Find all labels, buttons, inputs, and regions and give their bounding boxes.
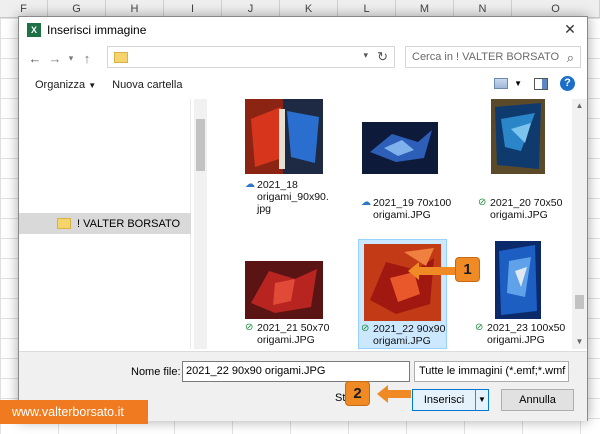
thumbnail-graphic (245, 261, 323, 319)
nav-item-label: ! VALTER BORSATO (77, 217, 181, 230)
file-name-line: origami.JPG (490, 209, 548, 221)
file-name-line: origami.JPG (487, 334, 545, 346)
filename-label: Nome file: (131, 366, 181, 378)
list-item[interactable]: ⊘ 2021_21 50x70 origami.JPG (245, 322, 350, 346)
toolbar-right-group: ▼ ? (494, 76, 575, 91)
organize-label: Organizza (35, 79, 86, 91)
thumbnail-graphic (364, 244, 441, 321)
address-bar[interactable]: ▾ ↻ (107, 46, 395, 68)
navigation-bar: ← → ▾ ↑ ▾ ↻ Cerca in ! VALTER BORSATO ⌕ (19, 45, 587, 71)
file-type-filter-select[interactable]: Tutte le immagini (*.emf;*.wmf (414, 361, 569, 382)
navigation-pane[interactable]: ! VALTER BORSATO (19, 99, 191, 349)
cloud-sync-icon: ☁ (361, 197, 371, 208)
change-view-icon[interactable] (494, 78, 509, 89)
thumbnail-graphic (491, 99, 545, 174)
watermark-banner: www.valterborsato.it (0, 400, 148, 424)
insert-button[interactable]: Inserisci ▼ (412, 389, 489, 411)
file-name-line: origami.JPG (373, 335, 431, 347)
callout-badge-1: 1 (455, 257, 480, 282)
tools-menu-label[interactable]: St (335, 392, 345, 404)
synced-check-icon: ⊘ (361, 323, 370, 334)
file-name-line: 2021_21 50x70 (257, 322, 330, 334)
navigation-pane-scrollbar[interactable] (194, 99, 207, 349)
synced-check-icon: ⊘ (475, 322, 484, 333)
filename-field[interactable]: 2021_22 90x90 origami.JPG (182, 361, 410, 382)
file-name-line: 2021_23 100x50 (487, 322, 566, 334)
chevron-down-icon[interactable]: ▼ (514, 79, 522, 88)
chevron-down-icon[interactable]: ▾ (363, 50, 368, 61)
file-name-line: 2021_18 (257, 179, 298, 191)
insert-picture-dialog: X Inserisci immagine ✕ ← → ▾ ↑ ▾ ↻ Cerca… (18, 16, 588, 421)
refresh-icon[interactable]: ↻ (377, 49, 388, 65)
folder-icon (57, 218, 71, 229)
list-item[interactable]: ⊘ 2021_23 100x50 origami.JPG (475, 322, 572, 346)
file-name-line: 2021_22 90x90 (373, 323, 446, 335)
scroll-up-icon[interactable]: ▲ (572, 99, 587, 113)
synced-check-icon: ⊘ (245, 322, 254, 333)
list-item-selected[interactable]: ⊘ 2021_22 90x90 origami.JPG (358, 239, 447, 349)
file-name-line: 2021_20 70x50 (490, 197, 563, 209)
file-list-scrollbar[interactable]: ▲ ▼ (572, 99, 587, 349)
file-name-line: origami.JPG (257, 334, 315, 346)
back-arrow-icon[interactable]: ← (25, 51, 45, 66)
up-arrow-icon[interactable]: ↑ (77, 51, 97, 66)
chevron-down-icon: ▼ (88, 81, 97, 90)
command-toolbar: Organizza ▼ Nuova cartella ▼ ? (19, 73, 587, 97)
insert-label: Inserisci (423, 394, 465, 406)
search-input[interactable]: Cerca in ! VALTER BORSATO ⌕ (405, 46, 581, 68)
help-icon[interactable]: ? (560, 76, 575, 91)
recent-locations-chevron-icon[interactable]: ▾ (65, 53, 77, 64)
thumbnail-image[interactable] (362, 122, 438, 174)
file-name-line: 2021_19 70x100 (373, 197, 452, 209)
chevron-down-icon[interactable]: ▼ (475, 390, 488, 410)
search-icon: ⌕ (566, 50, 574, 65)
forward-arrow-icon[interactable]: → (45, 51, 65, 66)
excel-app-icon: X (27, 23, 41, 37)
new-folder-button[interactable]: Nuova cartella (104, 79, 190, 91)
scroll-down-icon[interactable]: ▼ (572, 335, 587, 349)
scrollbar-thumb[interactable] (196, 119, 205, 171)
file-name-line: origami.JPG (373, 209, 431, 221)
organize-button[interactable]: Organizza ▼ (27, 79, 104, 91)
close-button[interactable]: ✕ (561, 21, 579, 38)
thumbnail-image[interactable] (245, 99, 323, 174)
scrollbar-thumb[interactable] (575, 295, 584, 309)
cancel-button[interactable]: Annulla (501, 389, 574, 411)
callout-arrow (377, 385, 411, 403)
thumbnail-image[interactable] (245, 261, 323, 319)
callout-arrow (408, 262, 456, 280)
nav-item-valter-borsato[interactable]: ! VALTER BORSATO (19, 213, 191, 234)
cloud-sync-icon: ☁ (245, 179, 255, 190)
file-name-line: origami_90x90. (257, 191, 329, 203)
thumbnail-image[interactable] (491, 99, 545, 174)
list-item[interactable]: ☁ 2021_18 origami_90x90. jpg (245, 179, 350, 215)
dialog-titlebar[interactable]: X Inserisci immagine ✕ (19, 17, 587, 43)
folder-icon (114, 51, 128, 63)
list-item[interactable]: ⊘ 2021_20 70x50 origami.JPG (478, 197, 572, 221)
file-list: ☁ 2021_18 origami_90x90. jpg ☁ 2021_19 70x10… (209, 99, 572, 349)
thumbnail-graphic (362, 122, 438, 174)
callout-badge-2: 2 (345, 381, 370, 406)
synced-check-icon: ⊘ (478, 197, 487, 208)
thumbnail-graphic (495, 241, 541, 319)
file-name-line: jpg (257, 203, 272, 215)
preview-pane-icon[interactable] (534, 77, 548, 90)
thumbnail-graphic (245, 99, 323, 174)
search-placeholder: Cerca in ! VALTER BORSATO (412, 51, 560, 63)
dialog-title: Inserisci immagine (47, 23, 147, 37)
list-item[interactable]: ☁ 2021_19 70x100 origami.JPG (361, 197, 466, 221)
thumbnail-image[interactable] (495, 241, 541, 319)
